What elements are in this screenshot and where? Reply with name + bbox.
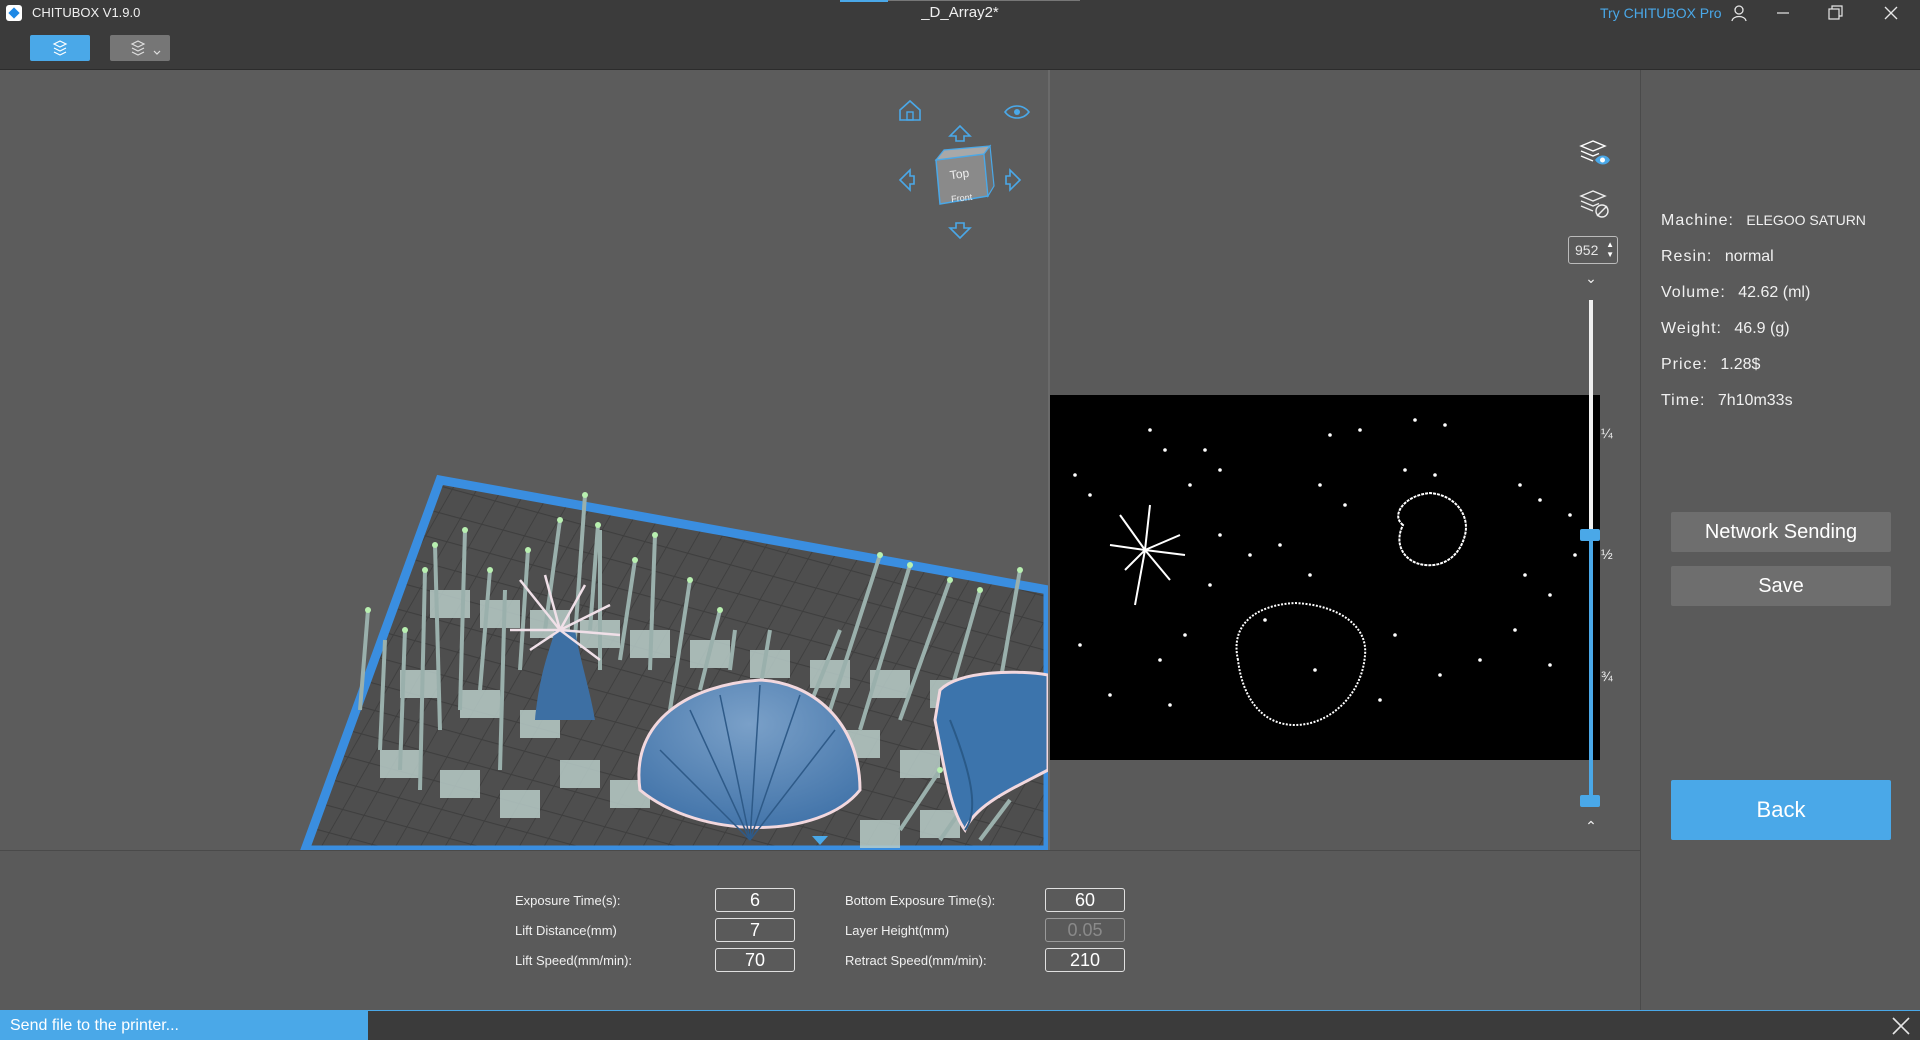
slice-tool-button[interactable] [30,35,90,61]
eye-icon[interactable] [1003,105,1031,119]
cube-top-label: Top [949,166,970,183]
status-close-icon[interactable] [1890,1015,1912,1037]
lift-speed-field[interactable]: 70 [715,948,795,972]
user-icon[interactable] [1728,2,1750,24]
view-cube[interactable]: Top Front [880,88,1040,248]
title-bar: CHITUBOX V1.9.0 _D_Array2* Try CHITUBOX … [0,0,1920,26]
layer-slider-handle-bottom[interactable] [1580,795,1600,807]
layers-tool-icon [130,40,161,56]
slice-layer-drawing [1073,418,1577,727]
arrow-up-icon[interactable] [948,124,972,142]
exposure-time-field[interactable]: 6 [715,888,795,912]
print-settings-area: Exposure Time(s): 6 Lift Distance(mm) 7 … [0,850,1640,1010]
3d-viewport[interactable]: Top Front [0,70,1048,850]
volume-label: Volume: [1661,284,1726,301]
resin-value: normal [1724,248,1774,265]
resin-row: Resin: normal [1661,248,1774,266]
toolbar [0,26,1920,70]
machine-row: Machine: ELEGOO SATURN [1661,212,1866,230]
price-label: Price: [1661,356,1708,373]
weight-value: 46.9 (g) [1734,320,1790,337]
back-button[interactable]: Back [1671,780,1891,840]
slice-tool-icon [52,40,68,56]
arrow-right-icon[interactable] [1005,168,1022,192]
close-icon[interactable] [1880,2,1902,24]
restore-icon[interactable] [1824,2,1846,24]
price-value: 1.28$ [1720,356,1761,373]
arrow-down-icon[interactable] [948,222,972,240]
machine-label: Machine: [1661,212,1734,229]
exposure-time-label: Exposure Time(s): [515,893,621,908]
cube-front-label: Front [951,192,973,204]
status-bar: Send file to the printer... [0,1010,1920,1040]
time-label: Time: [1661,392,1706,409]
print-info-panel: Machine: ELEGOO SATURN Resin: normal Vol… [1640,70,1920,1010]
weight-label: Weight: [1661,320,1722,337]
tick-label-half: ½ [1601,546,1613,562]
status-message: Send file to the printer... [0,1011,368,1040]
chevron-up-icon[interactable]: ⌃ [1581,818,1601,835]
slice-layer-image [1050,395,1600,760]
chitubox-window: CHITUBOX V1.9.0 _D_Array2* Try CHITUBOX … [0,0,1920,1040]
volume-value: 42.62 (ml) [1738,284,1811,301]
resin-label: Resin: [1661,248,1713,265]
layers-tool-button[interactable] [110,35,170,61]
machine-value: ELEGOO SATURN [1746,212,1866,228]
layer-height-field: 0.05 [1045,918,1125,942]
tick-label-quarter: ¼ [1601,425,1613,441]
retract-speed-label: Retract Speed(mm/min): [845,953,987,968]
spin-arrows-icon[interactable]: ▲ ▼ [1606,240,1614,260]
lift-distance-field[interactable]: 7 [715,918,795,942]
network-sending-button[interactable]: Network Sending [1671,512,1891,552]
title-accent-line [888,0,1080,1]
layer-slider-fill [1589,535,1593,805]
try-pro-link[interactable]: Try CHITUBOX Pro [1600,5,1722,21]
layer-number-value: 952 [1575,242,1599,258]
lift-speed-label: Lift Speed(mm/min): [515,953,633,968]
layer-number-spinbox[interactable]: 952 ▲ ▼ [1568,236,1618,264]
home-icon[interactable] [899,99,921,121]
layer-height-label: Layer Height(mm) [845,923,950,938]
title-accent-bar [840,0,888,2]
layer-visible-icon[interactable] [1575,136,1611,172]
weight-row: Weight: 46.9 (g) [1661,320,1790,338]
lift-distance-label: Lift Distance(mm) [515,923,617,938]
time-row: Time: 7h10m33s [1661,392,1793,410]
orientation-cube[interactable]: Top Front [934,144,995,205]
volume-row: Volume: 42.62 (ml) [1661,284,1810,302]
retract-speed-field[interactable]: 210 [1045,948,1125,972]
minimize-icon[interactable] [1772,2,1794,24]
chevron-down-icon[interactable]: ⌄ [1581,270,1601,287]
tick-label-three-quarters: ¾ [1601,668,1613,684]
layer-slider-handle-top[interactable] [1580,529,1600,541]
arrow-left-icon[interactable] [898,168,915,192]
slice-support-dots [1073,418,1577,707]
layer-hidden-icon[interactable] [1575,186,1611,222]
time-value: 7h10m33s [1717,392,1793,409]
price-row: Price: 1.28$ [1661,356,1760,374]
save-button[interactable]: Save [1671,566,1891,606]
bottom-exposure-time-label: Bottom Exposure Time(s): [845,893,996,908]
slice-preview-area [1050,70,1640,850]
bottom-exposure-time-field[interactable]: 60 [1045,888,1125,912]
